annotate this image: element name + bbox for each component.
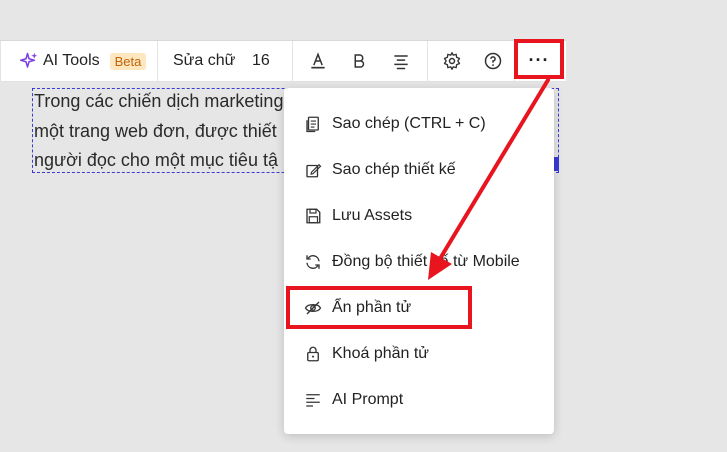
menu-item-label: Sao chép (CTRL + C) xyxy=(332,115,486,132)
text-line: Trong các chiến dịch marketing xyxy=(34,91,284,111)
highlight-more-button xyxy=(514,39,564,79)
copy-icon xyxy=(303,114,323,134)
menu-item-copy-design[interactable]: Sao chép thiết kế xyxy=(284,150,554,190)
bold-icon[interactable] xyxy=(347,49,371,73)
toolbar-divider xyxy=(0,41,1,81)
menu-item-lock-element[interactable]: Khoá phần tử xyxy=(284,334,554,374)
menu-item-label: Sao chép thiết kế xyxy=(332,161,456,178)
edit-text-button[interactable]: Sửa chữ xyxy=(173,41,235,81)
toolbar-divider xyxy=(427,41,428,81)
menu-item-ai-prompt[interactable]: AI Prompt xyxy=(284,380,554,420)
menu-item-label: Lưu Assets xyxy=(332,207,413,224)
text-color-icon[interactable] xyxy=(306,49,330,73)
menu-item-sync-mobile[interactable]: Đồng bộ thiết kế từ Mobile xyxy=(284,242,554,282)
element-toolbar: AI Tools Beta Sửa chữ 16 ··· xyxy=(0,40,566,82)
text-line: một trang web đơn, được thiết xyxy=(34,121,277,141)
ai-tools-label: AI Tools xyxy=(43,52,100,69)
menu-item-save-assets[interactable]: Lưu Assets xyxy=(284,196,554,236)
sparkle-icon xyxy=(20,52,38,70)
resize-handle[interactable] xyxy=(554,157,559,171)
gear-icon[interactable] xyxy=(440,49,464,73)
toolbar-divider xyxy=(157,41,158,81)
toolbar-divider xyxy=(292,41,293,81)
ai-tools-button[interactable]: AI Tools Beta xyxy=(20,41,147,81)
highlight-hide-element xyxy=(286,286,472,329)
save-icon xyxy=(303,206,323,226)
help-icon[interactable] xyxy=(481,49,505,73)
sync-icon xyxy=(303,252,323,272)
menu-item-label: Đồng bộ thiết kế từ Mobile xyxy=(332,253,520,270)
menu-item-copy[interactable]: Sao chép (CTRL + C) xyxy=(284,104,554,144)
font-size-value[interactable]: 16 xyxy=(252,41,270,81)
menu-item-label: AI Prompt xyxy=(332,391,404,408)
context-menu: Sao chép (CTRL + C) Sao chép thiết kế Lư… xyxy=(284,88,554,434)
text-line: người đọc cho một mục tiêu tậ xyxy=(34,150,278,170)
menu-item-label: Khoá phần tử xyxy=(332,345,430,362)
copy-design-icon xyxy=(303,160,323,180)
align-center-icon[interactable] xyxy=(389,49,413,73)
prompt-lines-icon xyxy=(303,390,323,410)
lock-icon xyxy=(303,344,323,364)
beta-badge: Beta xyxy=(109,52,147,70)
